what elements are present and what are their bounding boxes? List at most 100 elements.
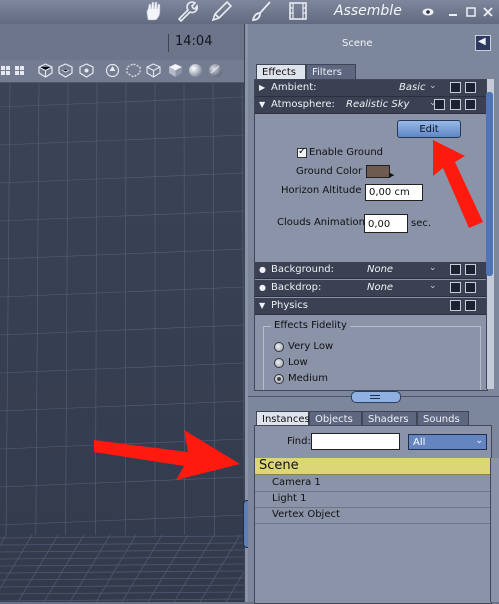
collapse-triangle-icon[interactable]: ▼: [259, 301, 265, 310]
panel-collapse-button[interactable]: ◀: [475, 35, 491, 51]
radio-label: Very Low: [288, 341, 334, 352]
effect-row-ambient[interactable]: ▶ Ambient: Basic ⌄: [255, 80, 487, 97]
effect-label: Atmosphere:: [271, 99, 335, 110]
chevron-down-icon[interactable]: ⌄: [429, 281, 437, 291]
instance-filter-select[interactable]: All ⌄: [408, 434, 487, 450]
3d-viewport[interactable]: [0, 83, 244, 602]
link-icon[interactable]: [434, 99, 445, 110]
room-title: Assemble: [334, 3, 402, 19]
list-item[interactable]: Camera 1: [255, 475, 491, 492]
wireframe-icon[interactable]: [146, 63, 161, 78]
smooth-shaded-icon[interactable]: [188, 63, 203, 78]
effect-row-atmosphere[interactable]: ▼ Atmosphere: Realistic Sky ⌄: [255, 97, 487, 114]
atmosphere-edit-button[interactable]: Edit: [397, 120, 461, 138]
panel-title: Scene: [342, 38, 373, 49]
save-icon[interactable]: [450, 300, 461, 311]
effects-scrollbar-thumb[interactable]: [486, 92, 493, 276]
radio-low[interactable]: [274, 358, 284, 368]
effect-value: Realistic Sky: [346, 99, 410, 110]
expand-triangle-icon[interactable]: ▶: [259, 83, 265, 92]
select-value: All: [413, 437, 426, 448]
folder-icon[interactable]: [465, 82, 476, 93]
tab-filters[interactable]: Filters: [306, 64, 356, 79]
camera-up-icon[interactable]: [105, 63, 120, 78]
panel-split-handle[interactable]: [351, 391, 401, 403]
hand-room-icon[interactable]: [143, 0, 165, 22]
perspective-grid: [0, 83, 244, 602]
grip-icon: [370, 395, 380, 399]
annotation-arrow-right: [94, 430, 240, 480]
clouds-animation-label: Clouds Animation: [277, 217, 365, 228]
physics-settings: Effects Fidelity Very Low Low Medium: [255, 316, 487, 390]
effect-value: None: [367, 282, 394, 293]
chevron-down-icon[interactable]: ⌄: [429, 263, 437, 273]
brush-room-icon[interactable]: [250, 0, 272, 22]
tab-objects[interactable]: Objects: [309, 411, 362, 426]
find-label: Find:: [287, 436, 311, 447]
radio-label: Medium: [288, 373, 328, 384]
enable-ground-checkbox[interactable]: ✓: [297, 146, 307, 158]
effect-row-background[interactable]: ● Background: None ⌄: [255, 262, 487, 279]
maximize-icon[interactable]: [465, 6, 477, 18]
wrench-room-icon[interactable]: [176, 0, 199, 23]
folder-icon[interactable]: [465, 300, 476, 311]
tab-effects[interactable]: Effects: [256, 64, 306, 79]
eye-icon[interactable]: [422, 6, 434, 18]
close-icon[interactable]: [482, 6, 494, 18]
film-room-icon[interactable]: [287, 0, 309, 22]
pencil-room-icon[interactable]: [210, 0, 233, 22]
render-preview-icon[interactable]: [38, 63, 53, 78]
tab-instances[interactable]: Instances: [256, 411, 310, 426]
radio-label: Low: [288, 357, 308, 368]
save-icon[interactable]: [450, 264, 461, 275]
list-item-label: Vertex Object: [272, 509, 340, 520]
bullet-icon: ●: [259, 265, 266, 274]
folder-icon[interactable]: [465, 99, 476, 110]
list-item-label: Scene: [259, 458, 299, 473]
ground-color-swatch[interactable]: [366, 165, 390, 178]
effect-value: Basic: [399, 82, 426, 93]
bounding-box-icon[interactable]: [126, 63, 141, 78]
flat-shaded-icon[interactable]: [168, 63, 183, 78]
instances-scrollbar[interactable]: [490, 458, 499, 602]
grid-view-icon[interactable]: [0, 63, 15, 78]
effect-label: Background:: [271, 264, 335, 275]
find-input[interactable]: [311, 433, 400, 450]
minimize-icon[interactable]: [447, 6, 459, 18]
bullet-icon: ●: [259, 283, 266, 292]
chevron-down-icon: ⌄: [475, 436, 483, 446]
tab-shaders[interactable]: Shaders: [362, 411, 417, 426]
list-item[interactable]: Light 1: [255, 491, 491, 508]
list-item-scene[interactable]: Scene: [255, 458, 491, 475]
arrow-left-icon: ◀: [478, 36, 486, 47]
radio-medium[interactable]: [274, 374, 284, 384]
save-icon[interactable]: [450, 82, 461, 93]
folder-icon[interactable]: [465, 264, 476, 275]
effect-row-backdrop[interactable]: ● Backdrop: None ⌄: [255, 280, 487, 297]
list-item[interactable]: Vertex Object: [255, 507, 491, 524]
clock: 14:04: [168, 34, 212, 52]
enable-ground-label: Enable Ground: [309, 147, 384, 158]
list-item-label: Camera 1: [272, 477, 321, 488]
annotation-arrow-up: [433, 140, 483, 228]
save-icon[interactable]: [450, 282, 461, 293]
grid-view-icon[interactable]: [14, 63, 29, 78]
effects-fidelity-label: Effects Fidelity: [271, 320, 350, 331]
chevron-down-icon[interactable]: ⌄: [429, 81, 437, 91]
effect-row-physics[interactable]: ▼ Physics: [255, 298, 487, 315]
horizon-altitude-label: Horizon Altitude: [281, 185, 362, 196]
collapse-triangle-icon[interactable]: ▼: [259, 100, 265, 109]
instances-panel: Find: All ⌄ Scene Camera 1 Light 1 Verte…: [254, 425, 492, 604]
tab-sounds[interactable]: Sounds: [417, 411, 469, 426]
render-full-icon[interactable]: [79, 63, 94, 78]
radio-very-low[interactable]: [274, 342, 284, 352]
horizon-altitude-field[interactable]: 0,00 cm: [365, 184, 423, 201]
save-icon[interactable]: [450, 99, 461, 110]
swatch-arrow-icon: ▶: [389, 171, 395, 179]
clouds-animation-field[interactable]: 0,00: [364, 214, 408, 233]
checkmark-icon: ✓: [298, 146, 307, 157]
render-area-icon[interactable]: [58, 63, 73, 78]
folder-icon[interactable]: [465, 282, 476, 293]
effect-value: None: [367, 264, 394, 275]
texture-shaded-icon[interactable]: [208, 63, 223, 78]
